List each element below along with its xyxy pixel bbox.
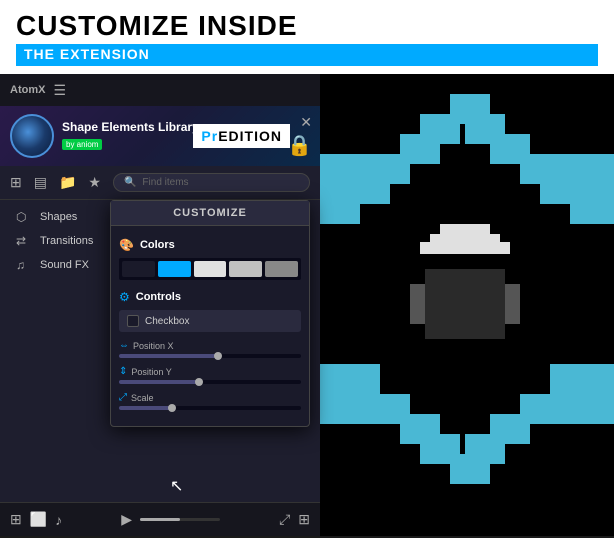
- bottom-bar-left: ⊞ ⬜ ♪: [10, 511, 62, 528]
- color-row: [119, 258, 301, 280]
- music-icon[interactable]: ♪: [55, 512, 62, 528]
- header-subtitle-box: THE EXTENSION: [16, 44, 598, 66]
- search-placeholder: Find items: [142, 177, 188, 188]
- position-y-fill: [119, 380, 201, 384]
- customize-body: 🎨 Colors ⚙ Controls: [111, 226, 309, 426]
- scale-label: Scale: [131, 393, 154, 403]
- folder-icon[interactable]: 📁: [59, 174, 76, 191]
- checkbox[interactable]: [127, 315, 139, 327]
- banner-close-icon[interactable]: ✕: [300, 114, 312, 131]
- sliders-icon[interactable]: ⊞: [10, 174, 22, 191]
- scale-thumb[interactable]: [168, 404, 176, 412]
- extension-banner: Shape Elements Library by aniom PrEDITIO…: [0, 106, 320, 166]
- main-content: AtomX ☰ Shape Elements Library by aniom …: [0, 74, 614, 536]
- search-box[interactable]: 🔍 Find items: [113, 173, 310, 192]
- progress-fill: [140, 518, 180, 521]
- bottom-bar: ⊞ ⬜ ♪ ▶ ⤢ ⊞: [0, 502, 320, 536]
- position-x-track[interactable]: [119, 354, 301, 358]
- shapes-icon: ⬡: [16, 210, 32, 224]
- position-y-track[interactable]: [119, 380, 301, 384]
- colors-section-label: 🎨 Colors: [119, 238, 301, 252]
- position-x-fill: [119, 354, 219, 358]
- position-y-slider: ⇕ Position Y: [119, 366, 301, 384]
- position-y-thumb[interactable]: [195, 378, 203, 386]
- header-subtitle: THE EXTENSION: [24, 46, 150, 62]
- grid-icon[interactable]: ▤: [34, 174, 47, 191]
- colors-icon: 🎨: [119, 238, 134, 252]
- layers-icon[interactable]: ⊞: [10, 511, 22, 528]
- controls-label: Controls: [136, 291, 181, 303]
- controls-icon: ⚙: [119, 290, 130, 304]
- cursor: ↖: [170, 476, 183, 496]
- controls-section-label: ⚙ Controls: [119, 290, 301, 304]
- banner-logo: [10, 114, 54, 158]
- customize-header: CUSTOMIZE: [111, 201, 309, 226]
- position-x-slider: ⇔ Position X: [119, 340, 301, 358]
- color-swatch-blue[interactable]: [158, 261, 191, 277]
- color-swatch-light[interactable]: [194, 261, 227, 277]
- banner-edition: PrEDITION: [193, 124, 290, 148]
- checkbox-row[interactable]: Checkbox: [119, 310, 301, 332]
- position-y-icon: ⇕: [119, 366, 127, 377]
- sound-fx-icon: ♫: [16, 258, 32, 272]
- atomx-label: AtomX: [10, 84, 45, 96]
- scale-label-row: ⤢ Scale: [119, 392, 301, 403]
- expand-icon[interactable]: ⤢: [279, 511, 290, 528]
- right-panel: [320, 74, 614, 536]
- transitions-icon: ⇄: [16, 234, 32, 248]
- position-y-label: Position Y: [131, 367, 171, 377]
- colors-label: Colors: [140, 239, 175, 251]
- pr-label: Pr: [201, 128, 218, 144]
- toolbar: ⊞ ▤ 📁 ★ 🔍 Find items: [0, 166, 320, 200]
- grid2-icon[interactable]: ⊞: [298, 511, 310, 528]
- controls-section: ⚙ Controls Checkbox ⇔ Position X: [119, 290, 301, 410]
- frame-icon[interactable]: ⬜: [30, 511, 47, 528]
- atomx-topbar: AtomX ☰: [0, 74, 320, 106]
- position-y-label-row: ⇕ Position Y: [119, 366, 301, 377]
- color-swatch-dark[interactable]: [122, 261, 155, 277]
- color-swatch-gray[interactable]: [265, 261, 298, 277]
- left-panel: AtomX ☰ Shape Elements Library by aniom …: [0, 74, 320, 536]
- scale-icon: ⤢: [119, 392, 127, 403]
- progress-bar[interactable]: [140, 518, 220, 521]
- color-swatch-silver[interactable]: [229, 261, 262, 277]
- scale-fill: [119, 406, 174, 410]
- play-button[interactable]: ▶: [121, 511, 132, 528]
- search-icon: 🔍: [124, 177, 136, 188]
- position-x-icon: ⇔: [119, 340, 129, 351]
- header-title: CUSTOMIZE INSIDE: [16, 12, 598, 40]
- header-banner: CUSTOMIZE INSIDE THE EXTENSION: [0, 0, 614, 74]
- position-x-label-row: ⇔ Position X: [119, 340, 301, 351]
- position-x-label: Position X: [133, 341, 174, 351]
- star-icon[interactable]: ★: [88, 174, 101, 191]
- scale-track[interactable]: [119, 406, 301, 410]
- bottom-bar-right: ⤢ ⊞: [279, 511, 310, 528]
- checkbox-label: Checkbox: [145, 316, 189, 327]
- preview-svg: [320, 74, 614, 536]
- banner-by-tag: by aniom: [62, 139, 102, 150]
- customize-panel: CUSTOMIZE 🎨 Colors ⚙: [110, 200, 310, 427]
- hamburger-icon[interactable]: ☰: [53, 82, 66, 99]
- position-x-thumb[interactable]: [214, 352, 222, 360]
- scale-slider: ⤢ Scale: [119, 392, 301, 410]
- bottom-bar-center: ▶: [62, 511, 279, 528]
- banner-lock-icon: 🔒: [287, 133, 312, 158]
